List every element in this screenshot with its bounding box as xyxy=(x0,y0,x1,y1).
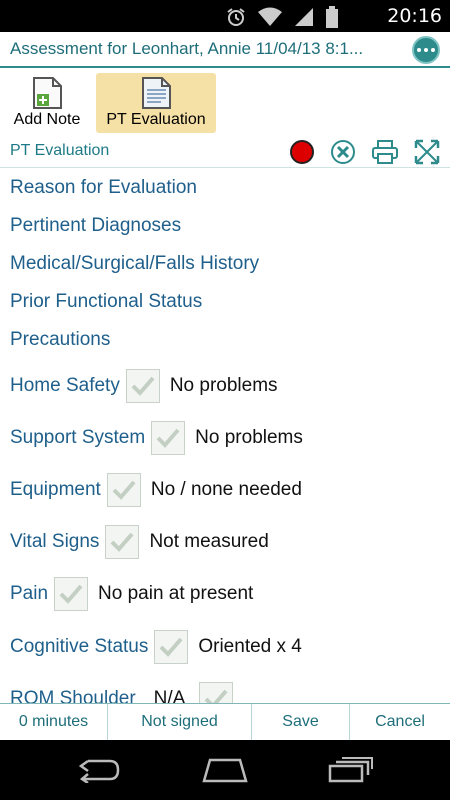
pt-evaluation-label: PT Evaluation xyxy=(106,111,206,128)
check-label[interactable]: Pain xyxy=(10,583,48,605)
fullscreen-icon[interactable] xyxy=(414,139,440,165)
section-link-prior-status[interactable]: Prior Functional Status xyxy=(10,291,202,313)
checkbox[interactable] xyxy=(154,630,189,664)
checkbox[interactable] xyxy=(106,473,141,507)
cancel-button[interactable]: Cancel xyxy=(350,704,450,740)
check-row-equipment: Equipment No / none needed xyxy=(10,473,302,507)
title-bar: Assessment for Leonhart, Annie 11/04/13 … xyxy=(0,32,450,68)
checkmark-icon xyxy=(112,480,136,500)
checkbox[interactable] xyxy=(54,577,89,611)
check-row-home-safety: Home Safety No problems xyxy=(10,369,278,403)
status-bar: 20:16 xyxy=(0,0,450,32)
check-row-vital-signs: Vital Signs Not measured xyxy=(10,525,269,559)
checkmark-icon xyxy=(156,428,180,448)
back-icon[interactable] xyxy=(76,757,122,783)
recent-apps-icon[interactable] xyxy=(328,757,374,783)
dot-icon xyxy=(424,48,428,52)
checkbox[interactable] xyxy=(199,682,234,703)
save-button[interactable]: Save xyxy=(252,704,350,740)
check-value: No pain at present xyxy=(98,583,254,604)
clear-icon[interactable] xyxy=(330,139,356,165)
checkmark-icon xyxy=(131,376,155,396)
check-label[interactable]: ROM Shoulder xyxy=(10,688,136,703)
check-label[interactable]: Support System xyxy=(10,427,145,449)
check-value: No / none needed xyxy=(150,479,302,500)
record-button[interactable] xyxy=(290,140,314,164)
check-label[interactable]: Vital Signs xyxy=(10,531,99,553)
wifi-icon xyxy=(258,7,282,26)
pt-evaluation-button[interactable]: PT Evaluation xyxy=(96,73,216,133)
dot-icon xyxy=(431,48,435,52)
check-row-support-system: Support System No problems xyxy=(10,421,303,455)
battery-icon xyxy=(326,6,338,28)
check-value: N/A xyxy=(153,688,186,703)
dot-icon xyxy=(417,48,421,52)
more-options-button[interactable] xyxy=(412,36,440,64)
page-title: Assessment for Leonhart, Annie 11/04/13 … xyxy=(10,39,364,58)
add-note-icon xyxy=(33,77,62,109)
section-link-history[interactable]: Medical/Surgical/Falls History xyxy=(10,253,259,275)
signal-icon xyxy=(295,8,313,26)
action-bar: 0 minutes Not signed Save Cancel xyxy=(0,703,450,740)
navigation-bar xyxy=(0,740,450,800)
checkmark-icon xyxy=(111,532,134,552)
print-icon[interactable] xyxy=(372,139,398,165)
add-note-button[interactable]: Add Note xyxy=(6,73,88,133)
home-icon[interactable] xyxy=(201,757,249,783)
evaluation-form: Reason for Evaluation Pertinent Diagnose… xyxy=(0,169,450,703)
section-link-precautions[interactable]: Precautions xyxy=(10,329,110,351)
check-row-pain: Pain No pain at present xyxy=(10,577,253,611)
alarm-icon xyxy=(227,8,245,26)
document-icon xyxy=(142,77,171,109)
check-row-rom-shoulder: ROM Shoulder N/A xyxy=(10,682,234,703)
check-value: No problems xyxy=(169,375,278,396)
section-title: PT Evaluation xyxy=(10,142,110,159)
check-value: No problems xyxy=(195,427,303,448)
check-label[interactable]: Cognitive Status xyxy=(10,636,148,658)
checkmark-icon xyxy=(204,689,228,703)
checkmark-icon xyxy=(59,584,83,604)
check-label[interactable]: Home Safety xyxy=(10,375,120,397)
checkbox[interactable] xyxy=(125,369,160,403)
check-value: Not measured xyxy=(149,531,269,552)
section-link-reason[interactable]: Reason for Evaluation xyxy=(10,177,197,199)
section-link-diagnoses[interactable]: Pertinent Diagnoses xyxy=(10,215,181,237)
signature-button[interactable]: Not signed xyxy=(108,704,252,740)
check-label[interactable]: Equipment xyxy=(10,479,101,501)
checkmark-icon xyxy=(159,637,183,657)
duration-button[interactable]: 0 minutes xyxy=(0,704,108,740)
add-note-label: Add Note xyxy=(13,111,81,128)
toolbar: Add Note PT Evaluation xyxy=(0,70,450,136)
clock: 20:16 xyxy=(387,5,442,27)
section-header: PT Evaluation xyxy=(0,136,450,168)
checkbox[interactable] xyxy=(105,525,140,559)
check-row-cognitive-status: Cognitive Status Oriented x 4 xyxy=(10,630,302,664)
checkbox[interactable] xyxy=(151,421,186,455)
check-value: Oriented x 4 xyxy=(198,636,302,657)
